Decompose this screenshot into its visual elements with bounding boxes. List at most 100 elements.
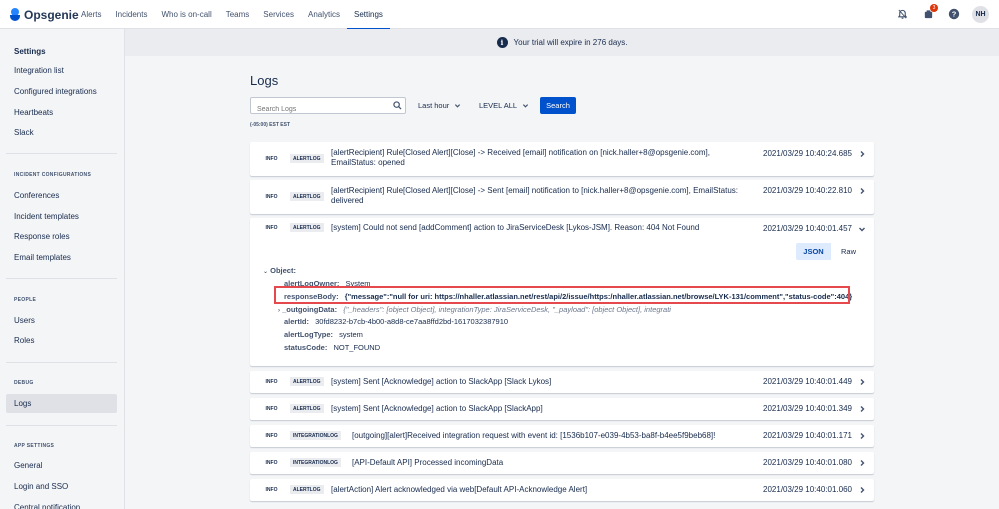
field-value: 30fd8232-b7cb-4b00-a8d8-ce7aa8ffd2bd-161… [315, 317, 509, 326]
chevron-right-icon[interactable] [858, 405, 866, 413]
log-timestamp: 2021/03/29 10:40:01.080 [763, 458, 852, 467]
log-timestamp: 2021/03/29 10:40:24.685 [763, 149, 852, 158]
log-row[interactable]: INFO ALERTLOG [alertRecipient] Rule[Clos… [250, 180, 874, 214]
field-outgoing-data[interactable]: › _outgoingData: {"_headers": [object Ob… [278, 305, 838, 314]
log-timestamp: 2021/03/29 10:40:01.171 [763, 431, 852, 440]
log-row[interactable]: INFO ALERTLOG [alertAction] Alert acknow… [250, 479, 874, 501]
chevron-right-icon[interactable] [858, 486, 866, 494]
sidebar-item-incident-templates[interactable]: Incident templates [6, 207, 117, 226]
log-row[interactable]: INFO INTEGRATIONLOG [outgoing][alert]Rec… [250, 425, 874, 447]
sidebar-heading-incident: INCIDENT CONFIGURATIONS [14, 172, 92, 178]
opsgenie-logo[interactable]: Opsgenie [10, 8, 79, 22]
log-tag: INTEGRATIONLOG [290, 431, 341, 440]
log-tag: ALERTLOG [290, 192, 324, 201]
sidebar-item-central-notification[interactable]: Central notification [6, 498, 117, 509]
nav-actions: 3 ? NH [892, 4, 989, 24]
log-row[interactable]: INFO ALERTLOG [alertRecipient] Rule[Clos… [250, 142, 874, 176]
log-timestamp: 2021/03/29 10:40:22.810 [763, 186, 852, 195]
log-message: [system] Sent [Acknowledge] action to Sl… [331, 404, 543, 413]
time-range-value: Last hour [418, 101, 450, 110]
search-box [250, 97, 406, 117]
sidebar-item-slack[interactable]: Slack [6, 123, 117, 142]
log-row[interactable]: INFO INTEGRATIONLOG [API-Default API] Pr… [250, 452, 874, 474]
chevron-right-icon[interactable] [858, 459, 866, 467]
nav-analytics[interactable]: Analytics [301, 0, 347, 29]
view-toggle: JSON Raw [796, 243, 866, 260]
sidebar-item-logs[interactable]: Logs [6, 394, 117, 413]
svg-text:?: ? [952, 10, 957, 19]
sidebar-item-response-roles[interactable]: Response roles [6, 227, 117, 246]
log-timestamp: 2021/03/29 10:40:01.449 [763, 377, 852, 386]
bell-icon[interactable] [892, 4, 912, 24]
field-value: system [339, 330, 363, 339]
sidebar-item-general[interactable]: General [6, 456, 117, 475]
sidebar-item-email-templates[interactable]: Email templates [6, 248, 117, 267]
sidebar-divider [6, 153, 117, 154]
nav-teams[interactable]: Teams [219, 0, 257, 29]
notification-badge: 3 [930, 4, 938, 12]
chevron-down-icon [455, 104, 461, 108]
help-icon[interactable]: ? [944, 4, 964, 24]
field-key: _outgoingData: [282, 305, 338, 314]
sidebar-item-heartbeats[interactable]: Heartbeats [6, 103, 117, 122]
nav-services[interactable]: Services [256, 0, 301, 29]
sidebar-item-conferences[interactable]: Conferences [6, 186, 117, 205]
level-dropdown[interactable]: LEVEL ALL [475, 97, 533, 114]
sidebar-item-login-sso[interactable]: Login and SSO [6, 477, 117, 496]
raw-tab[interactable]: Raw [831, 243, 866, 260]
sidebar-settings-title[interactable]: Settings [6, 42, 117, 61]
sidebar-item-roles[interactable]: Roles [6, 331, 117, 350]
chevron-right-icon: › [278, 308, 280, 314]
log-message: [API-Default API] Processed incomingData [352, 458, 504, 467]
log-timestamp: 2021/03/29 10:40:01.457 [763, 224, 852, 233]
log-tag: ALERTLOG [290, 154, 324, 163]
field-alert-log-type: alertLogType: system [284, 330, 363, 339]
time-range-dropdown[interactable]: Last hour [414, 97, 465, 114]
log-message: [system] Sent [Acknowledge] action to Sl… [331, 377, 552, 386]
chevron-right-icon[interactable] [858, 187, 866, 195]
field-alert-id: alertId: 30fd8232-b7cb-4b00-a8d8-ce7aa8f… [284, 317, 508, 326]
user-avatar[interactable]: NH [972, 5, 989, 23]
highlight-box [274, 286, 850, 304]
sidebar-heading-app-settings: APP SETTINGS [14, 443, 55, 449]
nav-who-is-on-call[interactable]: Who is on-call [154, 0, 218, 29]
sidebar-heading-people: PEOPLE [14, 297, 37, 303]
notifications-icon[interactable]: 3 [918, 4, 938, 24]
timezone-label: (-05:00) EST EST [250, 122, 291, 128]
log-tag: ALERTLOG [290, 377, 324, 386]
chevron-down-icon[interactable] [858, 225, 866, 233]
json-tab[interactable]: JSON [796, 243, 831, 260]
log-level: INFO [265, 432, 278, 439]
search-input[interactable] [251, 102, 381, 117]
chevron-right-icon[interactable] [858, 432, 866, 440]
chevron-right-icon[interactable] [858, 378, 866, 386]
field-key: statusCode: [284, 343, 328, 352]
nav-alerts[interactable]: Alerts [74, 0, 108, 29]
log-level: INFO [265, 224, 278, 231]
field-value: {"_headers": [object Object], integratio… [343, 305, 671, 314]
object-node[interactable]: ⌄ Object: [263, 266, 296, 275]
trial-banner-text: Your trial will expire in 276 days. [513, 38, 628, 47]
log-level: INFO [265, 486, 278, 493]
search-icon[interactable] [393, 101, 402, 110]
field-value: NOT_FOUND [333, 343, 381, 352]
sidebar-item-users[interactable]: Users [6, 311, 117, 330]
chevron-right-icon[interactable] [858, 150, 866, 158]
top-navigation: Opsgenie Alerts Incidents Who is on-call… [0, 0, 999, 30]
nav-incidents[interactable]: Incidents [108, 0, 154, 29]
log-row[interactable]: INFO ALERTLOG [system] Sent [Acknowledge… [250, 398, 874, 420]
log-row[interactable]: INFO ALERTLOG [system] Sent [Acknowledge… [250, 371, 874, 393]
info-icon: i [496, 37, 508, 48]
log-tag: ALERTLOG [290, 485, 324, 494]
nav-settings[interactable]: Settings [347, 0, 390, 30]
log-message: [alertAction] Alert acknowledged via web… [331, 485, 588, 494]
sidebar-item-integration-list[interactable]: Integration list [6, 61, 117, 80]
sidebar-heading-debug: DEBUG [14, 380, 34, 386]
log-timestamp: 2021/03/29 10:40:01.349 [763, 404, 852, 413]
opsgenie-logo-icon [10, 8, 20, 22]
sidebar-item-configured-integrations[interactable]: Configured integrations [6, 82, 117, 101]
object-label: Object: [270, 266, 296, 275]
search-button[interactable]: Search [540, 97, 576, 114]
sidebar-divider [6, 362, 117, 363]
log-tag: ALERTLOG [290, 223, 324, 232]
